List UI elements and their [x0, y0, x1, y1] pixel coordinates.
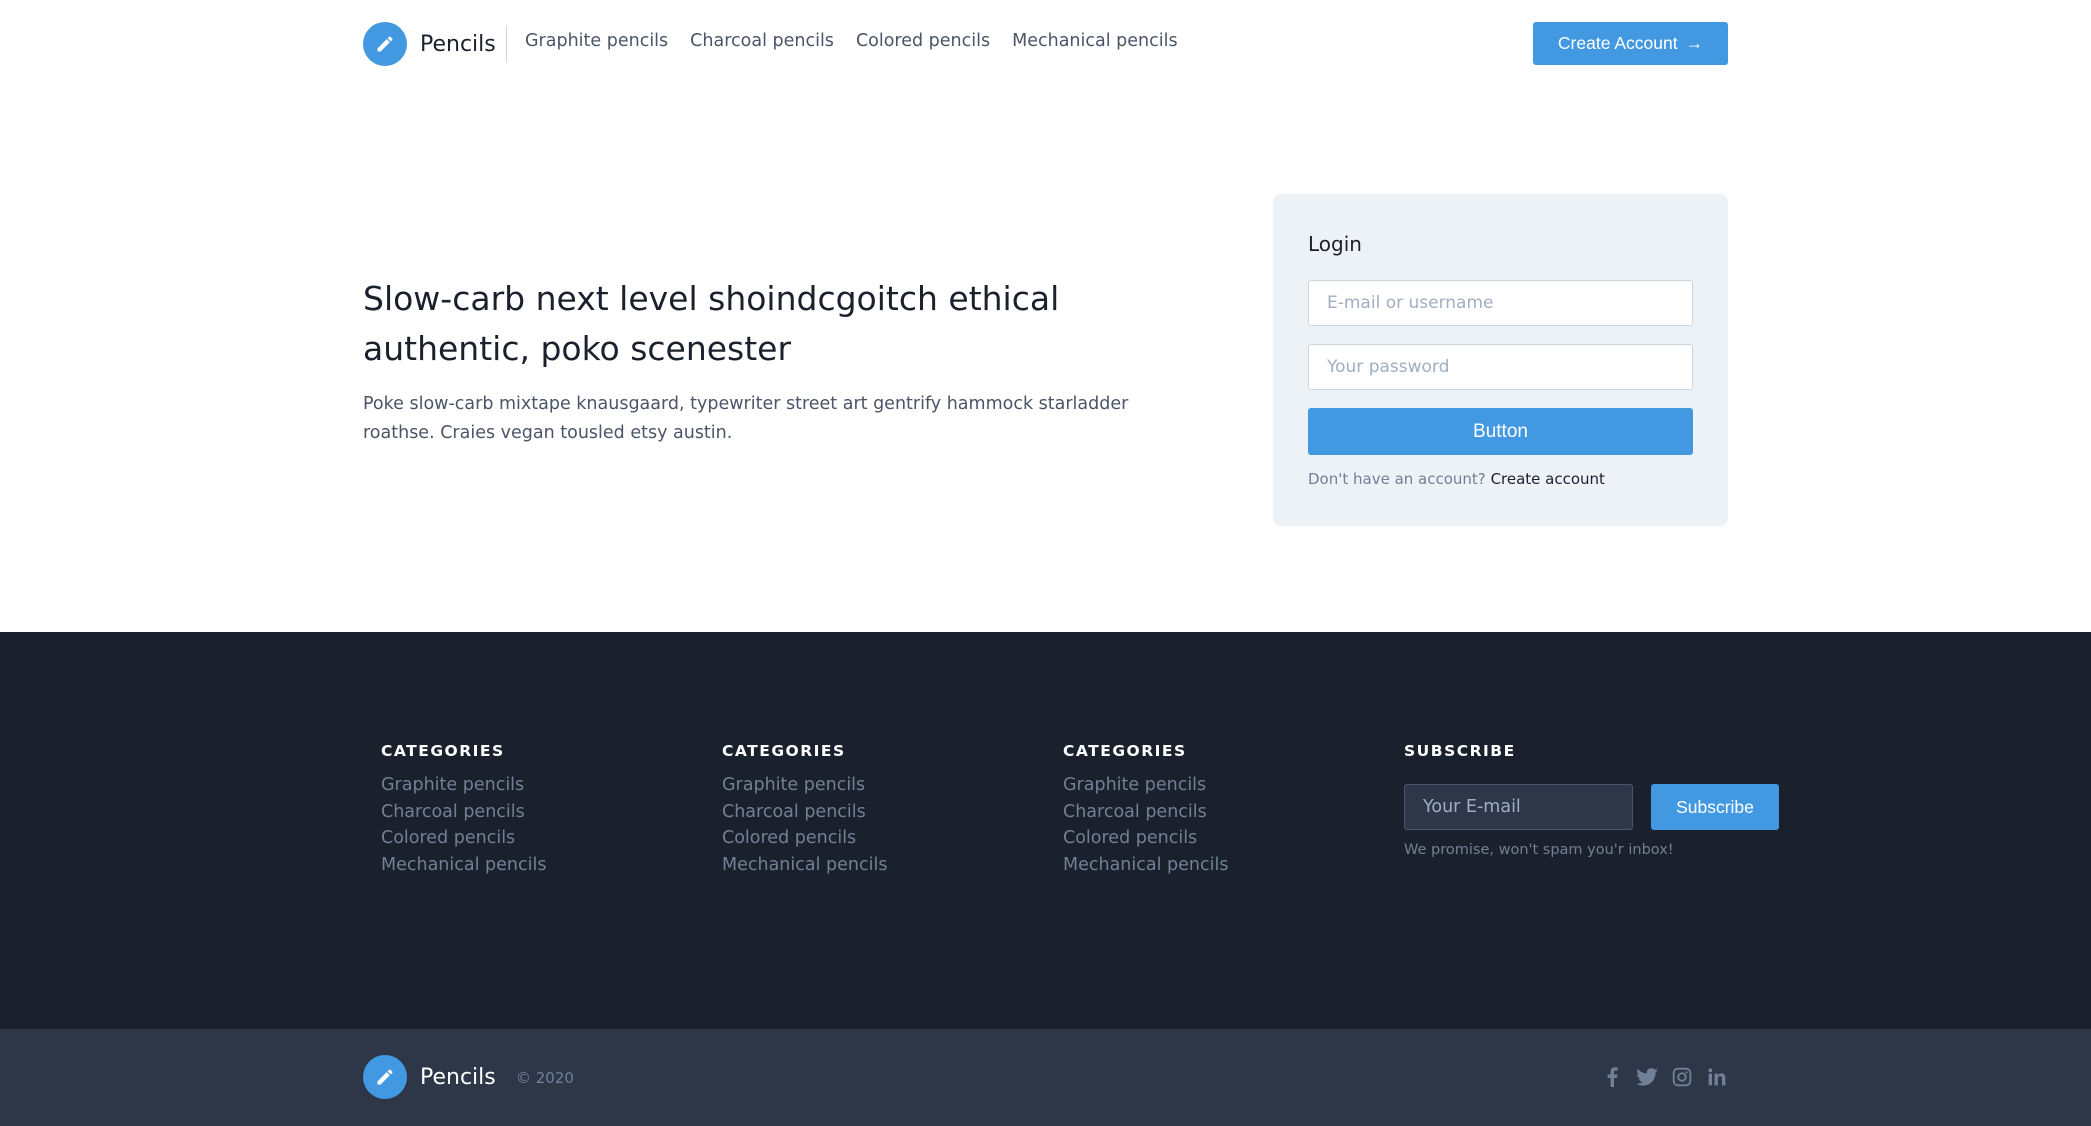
- footer-column-2: CATEGORIES Graphite pencils Charcoal pen…: [722, 742, 887, 878]
- footer-link[interactable]: Graphite pencils: [722, 772, 887, 799]
- username-input[interactable]: E-mail or username: [1308, 280, 1693, 326]
- password-input[interactable]: Your password: [1308, 344, 1693, 390]
- twitter-icon[interactable]: [1635, 1065, 1659, 1089]
- login-card: Login E-mail or username Your password B…: [1273, 194, 1728, 526]
- footer-link[interactable]: Mechanical pencils: [722, 852, 887, 879]
- copyright: © 2020: [516, 1069, 574, 1087]
- footer-column-1: CATEGORIES Graphite pencils Charcoal pen…: [381, 742, 546, 878]
- nav-link-colored[interactable]: Colored pencils: [856, 31, 990, 51]
- instagram-icon[interactable]: [1670, 1065, 1694, 1089]
- login-button[interactable]: Button: [1308, 408, 1693, 455]
- create-account-label: Create Account: [1557, 33, 1678, 53]
- footer-link[interactable]: Charcoal pencils: [381, 799, 546, 826]
- arrow-right-icon: →: [1685, 33, 1704, 53]
- footer-brand-logo[interactable]: Pencils: [363, 1055, 496, 1099]
- site-header: Pencils Graphite pencils Charcoal pencil…: [0, 0, 2091, 88]
- subscribe-button[interactable]: Subscribe: [1651, 784, 1779, 830]
- create-account-link[interactable]: Create account: [1491, 470, 1605, 488]
- subscribe-note: We promise, won't spam you'r inbox!: [1404, 842, 1674, 858]
- brand-name: Pencils: [420, 31, 496, 57]
- create-account-button[interactable]: Create Account →: [1533, 22, 1728, 65]
- subscribe-section: SUBSCRIBE Your E-mail Subscribe We promi…: [1404, 742, 1804, 882]
- brand-logo[interactable]: Pencils: [363, 22, 496, 66]
- header-divider: [506, 26, 507, 62]
- nav-link-charcoal[interactable]: Charcoal pencils: [690, 31, 834, 51]
- subscribe-heading: SUBSCRIBE: [1404, 742, 1516, 760]
- footer-link[interactable]: Colored pencils: [1063, 825, 1228, 852]
- hero-description: Poke slow-carb mixtape knausgaard, typew…: [363, 394, 1129, 443]
- footer-column-heading: CATEGORIES: [1063, 742, 1187, 760]
- nav-link-graphite[interactable]: Graphite pencils: [525, 31, 668, 51]
- footer-brand-name: Pencils: [420, 1064, 496, 1090]
- footer-link[interactable]: Colored pencils: [381, 825, 546, 852]
- main-nav: Graphite pencils Charcoal pencils Colore…: [525, 31, 1200, 51]
- footer-column-3: CATEGORIES Graphite pencils Charcoal pen…: [1063, 742, 1228, 878]
- pencil-icon: [363, 1055, 407, 1099]
- facebook-icon[interactable]: [1600, 1065, 1624, 1089]
- footer-link[interactable]: Graphite pencils: [1063, 772, 1228, 799]
- footer-link[interactable]: Charcoal pencils: [722, 799, 887, 826]
- pencil-icon: [363, 22, 407, 66]
- signup-prompt: Don't have an account? Create account: [1308, 470, 1605, 488]
- subscribe-email-input[interactable]: Your E-mail: [1404, 784, 1633, 830]
- linkedin-icon[interactable]: [1705, 1065, 1729, 1089]
- social-links: [1600, 1065, 1740, 1089]
- footer-bottom-bar: Pencils © 2020: [0, 1029, 2091, 1126]
- footer-link[interactable]: Mechanical pencils: [1063, 852, 1228, 879]
- hero-title: Slow-carb next level shoindcgoitch ethic…: [363, 279, 1060, 368]
- footer: CATEGORIES Graphite pencils Charcoal pen…: [0, 632, 2091, 1029]
- footer-link[interactable]: Charcoal pencils: [1063, 799, 1228, 826]
- login-title: Login: [1308, 232, 1362, 256]
- nav-link-mechanical[interactable]: Mechanical pencils: [1012, 31, 1177, 51]
- footer-link[interactable]: Mechanical pencils: [381, 852, 546, 879]
- footer-link[interactable]: Colored pencils: [722, 825, 887, 852]
- footer-column-heading: CATEGORIES: [722, 742, 846, 760]
- footer-link[interactable]: Graphite pencils: [381, 772, 546, 799]
- signup-prompt-text: Don't have an account?: [1308, 470, 1486, 488]
- footer-column-heading: CATEGORIES: [381, 742, 505, 760]
